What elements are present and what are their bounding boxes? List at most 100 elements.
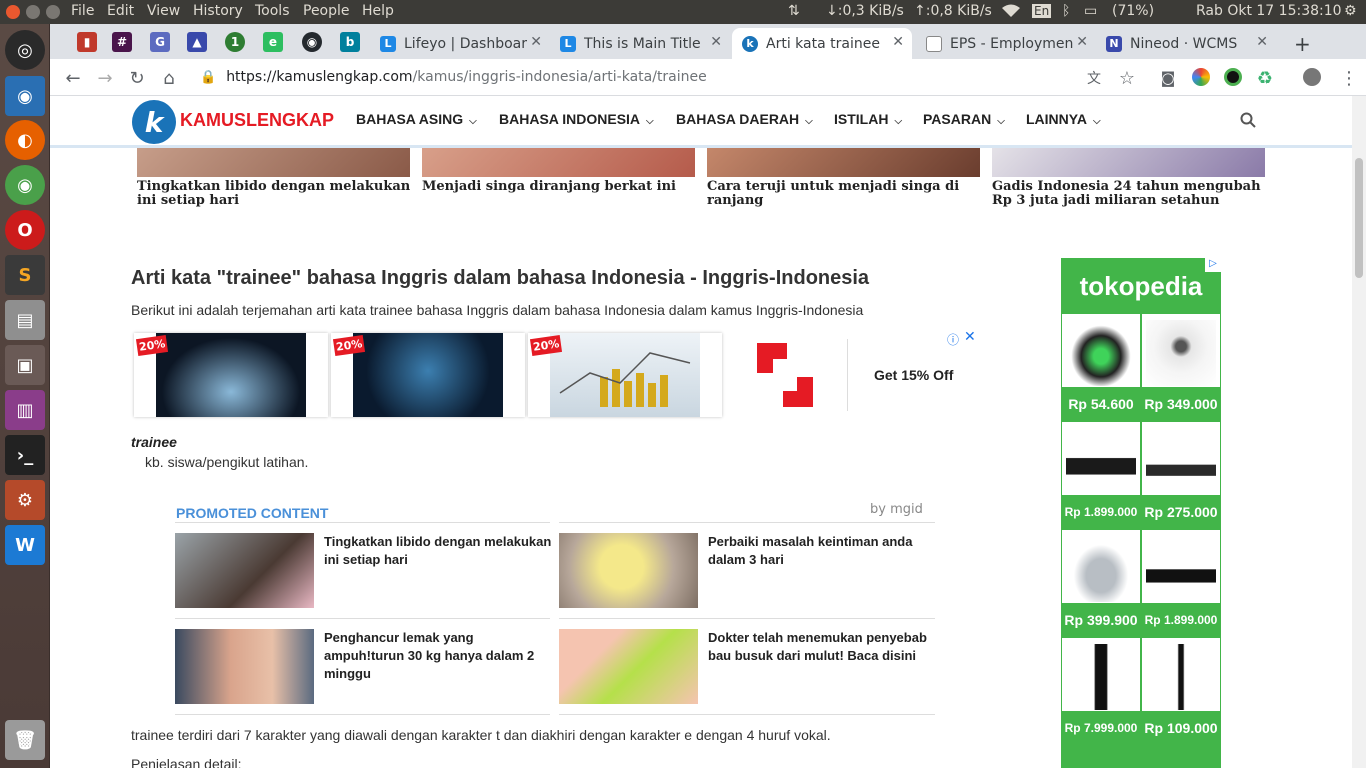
menu-history[interactable]: History — [193, 3, 243, 19]
window-app-icon[interactable]: ▣ — [5, 345, 45, 385]
close-window-icon[interactable] — [6, 5, 20, 19]
translate-icon[interactable]: 文 — [1081, 65, 1107, 91]
brand-logo-icon[interactable] — [753, 339, 817, 411]
menu-file[interactable]: File — [71, 3, 94, 19]
home-icon[interactable]: ⌂ — [156, 65, 182, 91]
files-icon[interactable]: ▤ — [5, 300, 45, 340]
bluetooth-icon[interactable]: ᛒ — [1062, 3, 1070, 19]
product-card[interactable]: Rp 275.000 — [1142, 422, 1220, 529]
scrollbar-thumb[interactable] — [1355, 158, 1363, 278]
close-tab-icon[interactable]: ✕ — [1256, 34, 1268, 50]
close-icon[interactable]: ✕ — [964, 329, 976, 345]
mgid-attribution[interactable]: by mgid — [870, 502, 923, 517]
top-card-title-4[interactable]: Gadis Indonesia 24 tahun mengubah Rp 3 j… — [992, 180, 1267, 208]
adchoices-icon[interactable]: ▷ — [1205, 258, 1221, 272]
search-icon[interactable] — [1240, 112, 1256, 128]
nav-lainnya[interactable]: LAINNYA ⌵ — [1026, 111, 1101, 127]
promo-title-1[interactable]: Tingkatkan libido dengan melakukan ini s… — [324, 533, 552, 569]
sublime-text-icon[interactable]: S — [5, 255, 45, 295]
nav-bahasa-asing[interactable]: BAHASA ASING ⌵ — [356, 111, 477, 127]
product-card[interactable]: Rp 109.000 — [1142, 638, 1220, 745]
nav-bahasa-indonesia[interactable]: BAHASA INDONESIA ⌵ — [499, 111, 654, 127]
menu-edit[interactable]: Edit — [107, 3, 134, 19]
promo-image-3[interactable] — [175, 629, 314, 704]
nav-bahasa-daerah[interactable]: BAHASA DAERAH ⌵ — [676, 111, 813, 127]
battery-icon[interactable]: ▭ — [1084, 3, 1097, 19]
tab-eps[interactable]: EPS - Employmen ✕ — [916, 28, 1096, 59]
product-card[interactable]: Rp 399.900 — [1062, 530, 1140, 637]
back-arrow-icon[interactable]: ← — [60, 65, 86, 91]
wps-writer-icon[interactable]: W — [5, 525, 45, 565]
terminal-icon[interactable]: ›_ — [5, 435, 45, 475]
pinned-tab-6[interactable]: e — [263, 32, 283, 52]
bookmark-star-icon[interactable]: ☆ — [1114, 65, 1140, 91]
product-card[interactable]: Rp 1.899.000 — [1062, 422, 1140, 529]
close-tab-icon[interactable]: ✕ — [892, 34, 904, 50]
close-tab-icon[interactable]: ✕ — [530, 34, 542, 50]
product-card[interactable]: Rp 7.999.000 — [1062, 638, 1140, 745]
top-card-title-3[interactable]: Cara teruji untuk menjadi singa di ranja… — [707, 180, 982, 208]
top-card-title-1[interactable]: Tingkatkan libido dengan melakukan ini s… — [137, 180, 412, 208]
pinned-tab-4[interactable]: ▲ — [187, 32, 207, 52]
tab-lifeyo[interactable]: L Lifeyo | Dashboar ✕ — [370, 28, 550, 59]
software-center-icon[interactable]: ▥ — [5, 390, 45, 430]
pinned-tab-5[interactable]: 1 — [225, 32, 245, 52]
clock[interactable]: Rab Okt 17 15:38:10 — [1196, 3, 1342, 19]
ubuntu-dash-icon[interactable]: ◎ — [5, 30, 45, 70]
forward-arrow-icon[interactable]: → — [92, 65, 118, 91]
wifi-icon[interactable] — [1001, 3, 1021, 23]
promo-title-4[interactable]: Dokter telah menemukan penyebab bau busu… — [708, 629, 936, 665]
kamuslengkap-logo-icon[interactable]: k — [132, 100, 176, 144]
info-icon[interactable]: ⓘ — [947, 331, 959, 348]
menu-view[interactable]: View — [147, 3, 180, 19]
tokopedia-brand[interactable]: tokopedia — [1061, 258, 1221, 314]
promo-image-4[interactable] — [559, 629, 698, 704]
dark-extension-icon[interactable] — [1224, 68, 1242, 86]
close-tab-icon[interactable]: ✕ — [710, 34, 722, 50]
tokopedia-ad[interactable]: tokopedia ▷ Rp 54.600 Rp 349.000 Rp 1.89… — [1061, 258, 1221, 768]
address-bar[interactable]: 🔒 https://kamuslengkap.com /kamus/inggri… — [200, 62, 1120, 92]
ad-card-2[interactable]: 20% — [331, 333, 525, 417]
ad-card-1[interactable]: 20% — [134, 333, 328, 417]
tab-arti-kata-trainee[interactable]: k Arti kata trainee ✕ — [732, 28, 912, 59]
chrome-menu-icon[interactable]: ⋮ — [1336, 65, 1362, 91]
tab-nineod[interactable]: N Nineod · WCMS ✕ — [1096, 28, 1276, 59]
pinned-tab-7[interactable]: ◉ — [302, 32, 322, 52]
new-tab-button[interactable]: + — [1284, 28, 1314, 59]
menu-tools[interactable]: Tools — [255, 3, 290, 19]
minimize-window-icon[interactable] — [26, 5, 40, 19]
promo-image-2[interactable] — [559, 533, 698, 608]
recycle-extension-icon[interactable]: ♻ — [1252, 65, 1278, 91]
chromium-icon[interactable]: ◉ — [5, 76, 45, 116]
menu-help[interactable]: Help — [362, 3, 394, 19]
firefox-icon[interactable]: ◐ — [5, 120, 45, 160]
nav-pasaran[interactable]: PASARAN ⌵ — [923, 111, 1005, 127]
lock-icon[interactable]: 🔒 — [200, 70, 216, 85]
chrome-icon[interactable]: ◉ — [5, 165, 45, 205]
maximize-window-icon[interactable] — [46, 5, 60, 19]
tab-main-title[interactable]: L This is Main Title ✕ — [550, 28, 730, 59]
promo-image-1[interactable] — [175, 533, 314, 608]
product-card[interactable]: Rp 349.000 — [1142, 314, 1220, 421]
trash-icon[interactable]: 🗑 — [5, 720, 45, 760]
opera-icon[interactable]: O — [5, 210, 45, 250]
pinned-tab-8[interactable]: b — [340, 32, 360, 52]
menu-people[interactable]: People — [303, 3, 350, 19]
keyboard-language[interactable]: En — [1032, 4, 1052, 18]
nav-istilah[interactable]: ISTILAH ⌵ — [834, 111, 902, 127]
ad-card-3[interactable]: 20% — [528, 333, 722, 417]
site-logo-text[interactable]: KAMUSLENGKAP — [180, 110, 334, 131]
product-card[interactable]: Rp 1.899.000 — [1142, 530, 1220, 637]
settings-app-icon[interactable]: ⚙ — [5, 480, 45, 520]
color-extension-icon[interactable] — [1192, 68, 1210, 86]
profile-avatar[interactable] — [1303, 68, 1321, 86]
reload-icon[interactable]: ↻ — [124, 65, 150, 91]
ad-cta-text[interactable]: Get 15% Off — [874, 367, 953, 383]
camera-extension-icon[interactable]: ◙ — [1155, 65, 1181, 91]
page-scrollbar[interactable] — [1352, 96, 1366, 768]
product-card[interactable]: Rp 54.600 — [1062, 314, 1140, 421]
pinned-tab-1[interactable]: ▮ — [77, 32, 97, 52]
close-tab-icon[interactable]: ✕ — [1076, 34, 1088, 50]
pinned-tab-2[interactable]: # — [112, 32, 132, 52]
promo-title-3[interactable]: Penghancur lemak yang ampuh!turun 30 kg … — [324, 629, 552, 683]
